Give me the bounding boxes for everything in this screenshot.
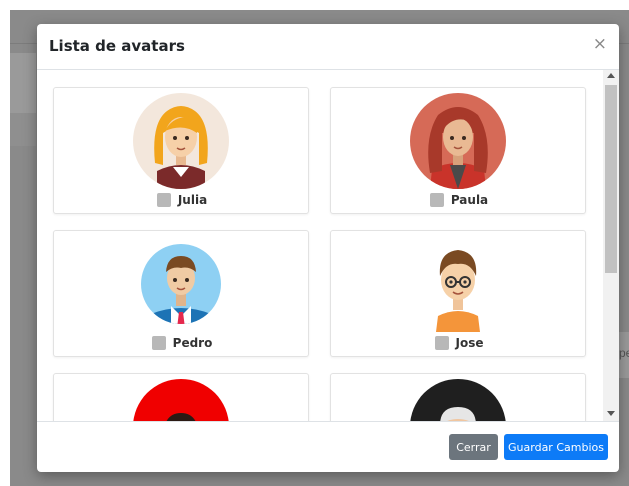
modal-scrollbar[interactable] xyxy=(603,70,619,421)
avatar-checkbox[interactable] xyxy=(429,193,444,207)
avatar-card-6[interactable] xyxy=(330,373,586,421)
avatar-jose-image xyxy=(436,250,480,332)
avatar-card-paula[interactable]: Paula xyxy=(330,87,586,214)
backdrop-text-fragment: pe xyxy=(619,346,629,360)
modal-header: Lista de avatars × xyxy=(37,24,619,70)
backdrop-panel xyxy=(10,113,36,146)
avatar-name: Jose xyxy=(455,336,484,350)
close-button[interactable]: Cerrar xyxy=(449,434,498,460)
avatar-checkbox[interactable] xyxy=(151,336,166,350)
avatar-julia-image xyxy=(133,93,229,189)
avatar-list-modal: Lista de avatars × Julia Paula Pedro Jos… xyxy=(37,24,619,472)
avatar-card-label: Jose xyxy=(331,334,587,352)
avatar-card-pedro[interactable]: Pedro xyxy=(53,230,309,357)
avatar-paula-image xyxy=(410,93,506,189)
avatar-card-label: Paula xyxy=(331,191,587,209)
scroll-up-arrow-icon[interactable] xyxy=(607,73,615,78)
avatar-5-image xyxy=(133,379,229,421)
avatar-card-jose[interactable]: Jose xyxy=(330,230,586,357)
avatar-name: Julia xyxy=(177,193,208,207)
avatar-name: Paula xyxy=(450,193,489,207)
save-changes-button[interactable]: Guardar Cambios xyxy=(504,434,608,460)
scroll-down-arrow-icon[interactable] xyxy=(607,411,615,416)
modal-title: Lista de avatars xyxy=(49,37,185,55)
avatar-6-image xyxy=(410,379,506,421)
avatar-name: Pedro xyxy=(172,336,213,350)
backdrop-panel xyxy=(10,53,36,113)
modal-body: Julia Paula Pedro Jose xyxy=(37,70,619,421)
close-icon[interactable]: × xyxy=(593,35,607,53)
avatar-card-julia[interactable]: Julia xyxy=(53,87,309,214)
avatar-card-5[interactable] xyxy=(53,373,309,421)
avatar-card-label: Julia xyxy=(54,191,310,209)
avatar-pedro-image xyxy=(141,244,221,324)
modal-footer: Cerrar Guardar Cambios xyxy=(37,421,619,472)
avatar-checkbox[interactable] xyxy=(434,336,449,350)
avatar-card-label: Pedro xyxy=(54,334,310,352)
scrollbar-thumb[interactable] xyxy=(605,85,617,273)
avatar-checkbox[interactable] xyxy=(156,193,171,207)
